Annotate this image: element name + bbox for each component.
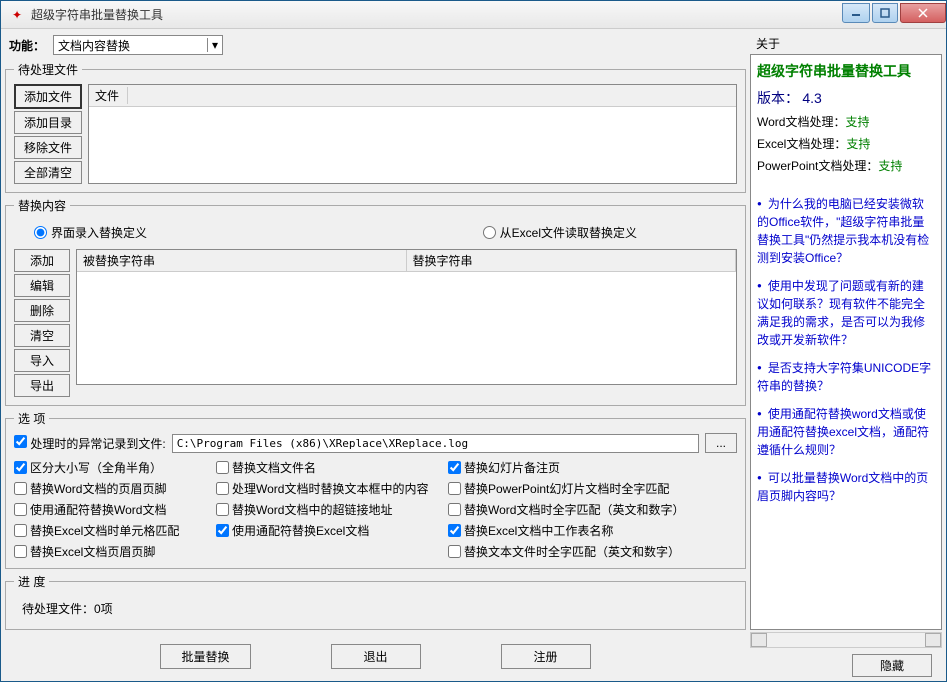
log-checkbox[interactable] <box>14 435 27 448</box>
about-content: 超级字符串批量替换工具 版本： 4.3 Word文档处理：支持 Excel文档处… <box>750 54 942 630</box>
add-rule-button[interactable]: 添加 <box>14 249 70 272</box>
function-toolbar: 功能： 文档内容替换 ▾ <box>5 33 746 57</box>
app-icon: ✦ <box>9 7 25 23</box>
opt-ppt-whole[interactable]: 替换PowerPoint幻灯片文档时全字匹配 <box>448 480 708 497</box>
opt-word-hyperlink[interactable]: 替换Word文档中的超链接地址 <box>216 501 446 518</box>
clear-files-button[interactable]: 全部清空 <box>14 161 82 184</box>
opt-word-header[interactable]: 替换Word文档的页眉页脚 <box>14 480 214 497</box>
radio-interface[interactable]: 界面录入替换定义 <box>34 224 147 241</box>
opt-excel-cell[interactable]: 替换Excel文档时单元格匹配 <box>14 522 214 539</box>
batch-replace-button[interactable]: 批量替换 <box>160 644 250 669</box>
word-support: Word文档处理：支持 <box>757 113 935 131</box>
maximize-button[interactable] <box>872 3 898 23</box>
left-panel: 功能： 文档内容替换 ▾ 待处理文件 添加文件 添加目录 移除文件 全部清空 <box>5 33 746 677</box>
progress-legend: 进 度 <box>14 573 49 590</box>
radio-excel-input[interactable] <box>483 226 496 239</box>
window-controls <box>840 3 946 23</box>
radio-excel[interactable]: 从Excel文件读取替换定义 <box>483 224 637 241</box>
log-path-input[interactable]: C:\Program Files (x86)\XReplace\XReplace… <box>172 434 699 453</box>
rules-col-to[interactable]: 替换字符串 <box>407 250 737 271</box>
function-combo-value: 文档内容替换 <box>58 37 130 54</box>
faq-link-2[interactable]: 使用中发现了问题或有新的建议如何联系？现有软件不能完全满足我的需求，是否可以为我… <box>757 277 935 349</box>
files-listbox[interactable]: 文件 <box>88 84 737 184</box>
files-list-body[interactable] <box>89 107 736 183</box>
opt-case[interactable]: 区分大小写（全角半角） <box>14 459 214 476</box>
replace-legend: 替换内容 <box>14 197 70 214</box>
options-fieldset: 选 项 处理时的异常记录到文件: C:\Program Files (x86)\… <box>5 410 746 569</box>
replace-fieldset: 替换内容 界面录入替换定义 从Excel文件读取替换定义 添加 编辑 删除 清空… <box>5 197 746 406</box>
scroll-track[interactable] <box>767 633 925 647</box>
horizontal-scrollbar[interactable] <box>750 632 942 648</box>
log-checkbox-label[interactable]: 处理时的异常记录到文件: <box>14 435 166 452</box>
rules-listbox[interactable]: 被替换字符串 替换字符串 <box>76 249 737 385</box>
exit-button[interactable]: 退出 <box>331 644 421 669</box>
opt-text-whole[interactable]: 替换文本文件时全字匹配（英文和数字） <box>448 543 708 560</box>
version-number: 4.3 <box>802 90 821 106</box>
ppt-support: PowerPoint文档处理：支持 <box>757 157 935 175</box>
progress-fieldset: 进 度 待处理文件：0项 <box>5 573 746 630</box>
close-button[interactable] <box>900 3 946 23</box>
files-list-header: 文件 <box>89 85 736 107</box>
opt-excel-sheet[interactable]: 替换Excel文档中工作表名称 <box>448 522 708 539</box>
opt-excel-header[interactable]: 替换Excel文档页眉页脚 <box>14 543 214 560</box>
rules-list-body[interactable] <box>77 272 736 384</box>
chevron-down-icon: ▾ <box>207 38 218 52</box>
window-title: 超级字符串批量替换工具 <box>31 6 840 23</box>
scroll-left-icon[interactable] <box>751 633 767 647</box>
hide-button[interactable]: 隐藏 <box>852 654 932 677</box>
version-label: 版本： <box>757 90 799 106</box>
opt-wildcard-word[interactable]: 使用通配符替换Word文档 <box>14 501 214 518</box>
about-panel: 关于 超级字符串批量替换工具 版本： 4.3 Word文档处理：支持 Excel… <box>750 33 942 677</box>
bottom-buttons: 批量替换 退出 注册 <box>5 634 746 673</box>
opt-filename[interactable]: 替换文档文件名 <box>216 459 446 476</box>
add-file-button[interactable]: 添加文件 <box>14 84 82 109</box>
titlebar[interactable]: ✦ 超级字符串批量替换工具 <box>1 1 946 29</box>
options-legend: 选 项 <box>14 410 49 427</box>
faq-link-3[interactable]: 是否支持大字符集UNICODE字符串的替换？ <box>757 359 935 395</box>
about-header: 关于 <box>750 33 942 54</box>
opt-wildcard-excel[interactable]: 使用通配符替换Excel文档 <box>216 522 446 539</box>
function-combo[interactable]: 文档内容替换 ▾ <box>53 35 223 55</box>
files-legend: 待处理文件 <box>14 61 82 78</box>
faq-link-5[interactable]: 可以批量替换Word文档中的页眉页脚内容吗？ <box>757 469 935 505</box>
minimize-button[interactable] <box>842 3 870 23</box>
opt-word-whole[interactable]: 替换Word文档时全字匹配（英文和数字） <box>448 501 708 518</box>
clear-rules-button[interactable]: 清空 <box>14 324 70 347</box>
delete-rule-button[interactable]: 删除 <box>14 299 70 322</box>
progress-text: 待处理文件：0项 <box>14 596 737 621</box>
add-dir-button[interactable]: 添加目录 <box>14 111 82 134</box>
export-button[interactable]: 导出 <box>14 374 70 397</box>
radio-interface-input[interactable] <box>34 226 47 239</box>
rules-col-from[interactable]: 被替换字符串 <box>77 250 407 271</box>
function-label: 功能： <box>9 37 45 54</box>
files-header-col[interactable]: 文件 <box>95 87 128 104</box>
files-fieldset: 待处理文件 添加文件 添加目录 移除文件 全部清空 文件 <box>5 61 746 193</box>
rules-header: 被替换字符串 替换字符串 <box>77 250 736 272</box>
remove-file-button[interactable]: 移除文件 <box>14 136 82 159</box>
scroll-right-icon[interactable] <box>925 633 941 647</box>
main-window: ✦ 超级字符串批量替换工具 功能： 文档内容替换 ▾ 待处理文件 添加文件 <box>0 0 947 682</box>
opt-word-textbox[interactable]: 处理Word文档时替换文本框中的内容 <box>216 480 446 497</box>
opt-ppt-notes[interactable]: 替换幻灯片备注页 <box>448 459 708 476</box>
import-button[interactable]: 导入 <box>14 349 70 372</box>
edit-rule-button[interactable]: 编辑 <box>14 274 70 297</box>
content-area: 功能： 文档内容替换 ▾ 待处理文件 添加文件 添加目录 移除文件 全部清空 <box>1 29 946 681</box>
about-title: 超级字符串批量替换工具 <box>757 61 935 82</box>
browse-button[interactable]: ... <box>705 433 737 453</box>
register-button[interactable]: 注册 <box>501 644 591 669</box>
faq-link-1[interactable]: 为什么我的电脑已经安装微软的Office软件，"超级字符串批量替换工具"仍然提示… <box>757 195 935 267</box>
excel-support: Excel文档处理：支持 <box>757 135 935 153</box>
faq-link-4[interactable]: 使用通配符替换word文档或使用通配符替换excel文档，通配符遵循什么规则？ <box>757 405 935 459</box>
